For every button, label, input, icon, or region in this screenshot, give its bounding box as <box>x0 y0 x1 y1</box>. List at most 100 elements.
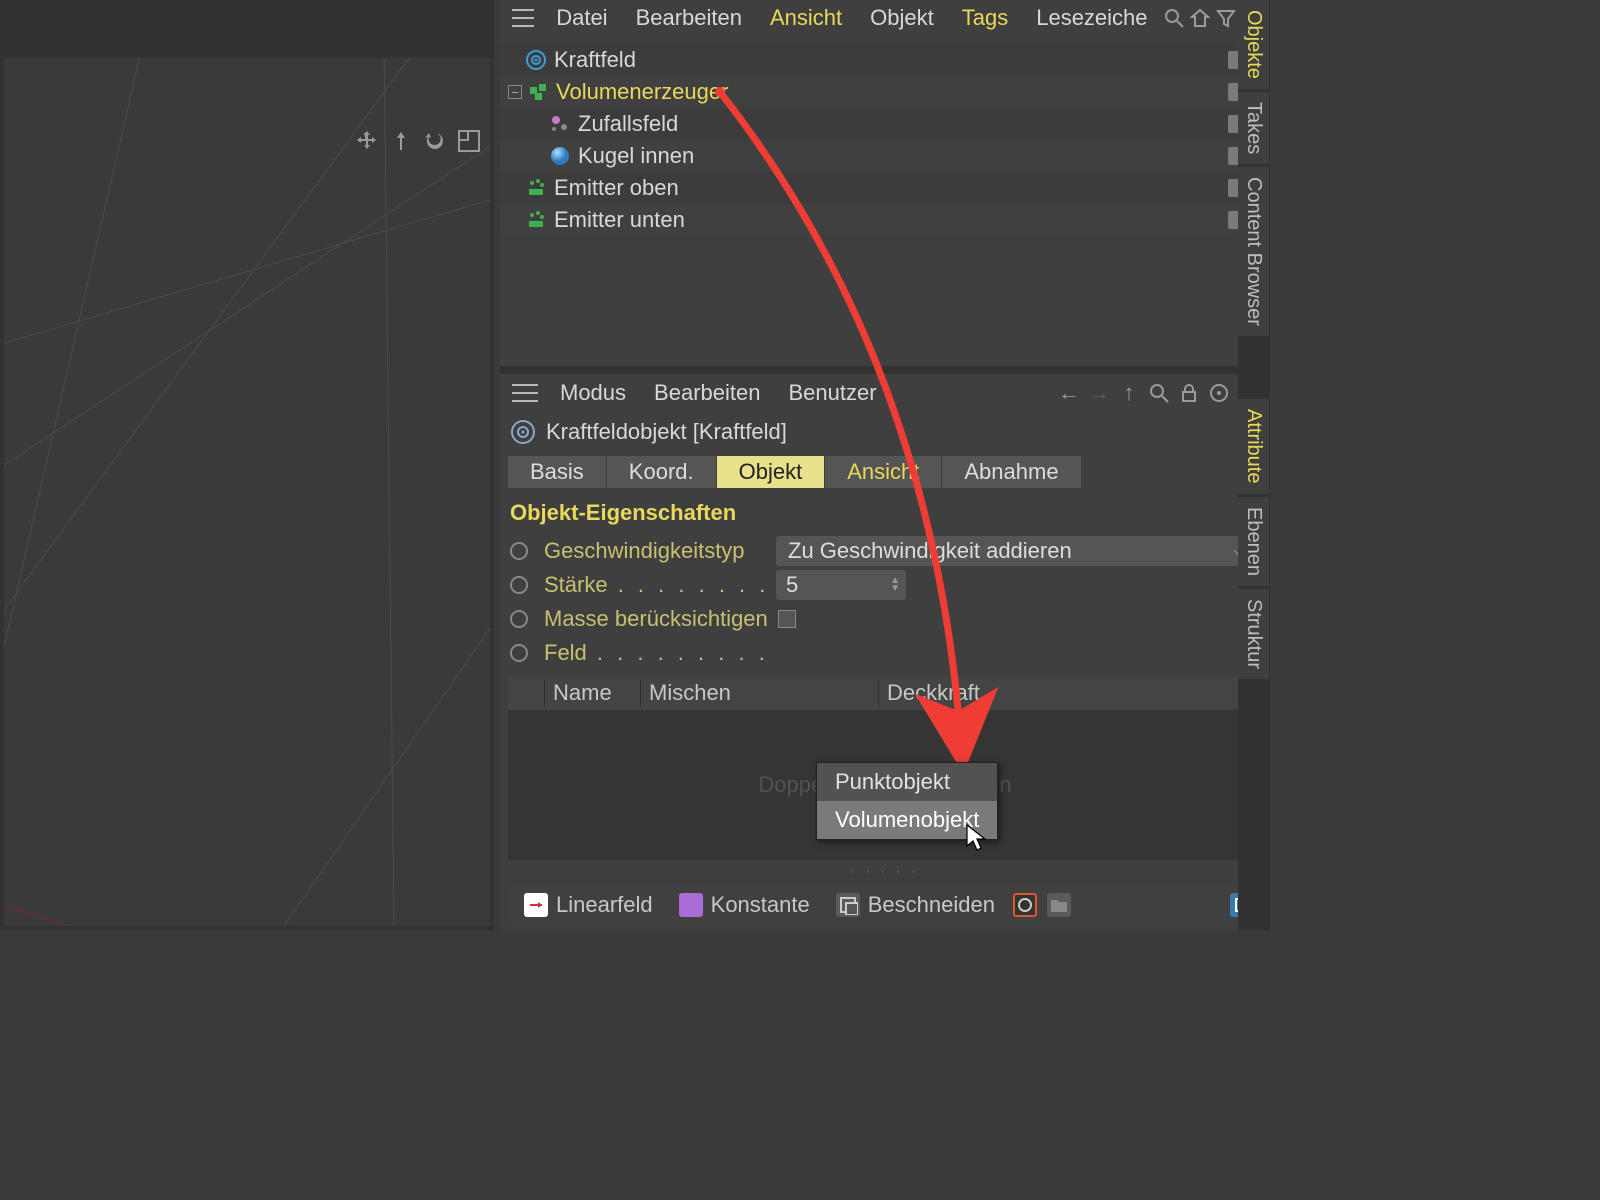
vertical-tab-bar: Objekte Takes Content Browser Attribute … <box>1238 0 1270 930</box>
field-select-icon[interactable] <box>1013 893 1037 917</box>
prop-field: Feld <box>500 636 1270 670</box>
attribute-tabs: Basis Koord. Objekt Ansicht Abnahme <box>508 456 1262 488</box>
hamburger-icon[interactable] <box>512 384 538 402</box>
prop-label: Stärke <box>544 572 776 598</box>
tab-koord[interactable]: Koord. <box>607 456 716 488</box>
lock-icon[interactable] <box>1174 378 1204 408</box>
prop-speed-type: Geschwindigkeitstyp Zu Geschwindigkeit a… <box>500 534 1270 568</box>
empty-area <box>0 930 1600 1200</box>
clip-icon <box>836 893 860 917</box>
menu-datei[interactable]: Datei <box>542 1 621 35</box>
select-value: Zu Geschwindigkeit addieren <box>788 538 1072 564</box>
viewport-panel <box>0 0 494 930</box>
anim-dot-icon[interactable] <box>510 576 528 594</box>
search-icon[interactable] <box>1144 378 1174 408</box>
anim-dot-icon[interactable] <box>510 542 528 560</box>
home-icon[interactable] <box>1187 3 1213 33</box>
tab-abnahme[interactable]: Abnahme <box>942 456 1080 488</box>
move-icon[interactable] <box>354 128 380 154</box>
viewport-grid <box>4 58 490 926</box>
vtab-content-browser[interactable]: Content Browser <box>1238 167 1269 336</box>
forcefield-icon <box>524 48 548 72</box>
collapse-icon[interactable]: − <box>508 85 522 99</box>
menu-tags[interactable]: Tags <box>948 1 1022 35</box>
tree-row-volumenerzeuger[interactable]: − Volumenerzeuger ✓ <box>500 76 1270 108</box>
back-icon[interactable]: ← <box>1054 378 1084 408</box>
volume-builder-icon <box>526 80 550 104</box>
tab-ansicht[interactable]: Ansicht <box>825 456 941 488</box>
vtab-attribute[interactable]: Attribute <box>1238 399 1269 493</box>
menu-modus[interactable]: Modus <box>546 376 640 410</box>
rotate-icon[interactable] <box>422 128 448 154</box>
anim-dot-icon[interactable] <box>510 610 528 628</box>
tree-row-emitter-oben[interactable]: Emitter oben ✓ <box>500 172 1270 204</box>
attribute-manager-menu: Modus Bearbeiten Benutzer ← → ↑ <box>500 374 1270 412</box>
search-icon[interactable] <box>1162 3 1188 33</box>
up-icon[interactable]: ↑ <box>1114 378 1144 408</box>
viewport-tool-icons <box>354 128 482 154</box>
tree-label: Emitter oben <box>554 175 679 201</box>
tree-row-zufallsfeld[interactable]: Zufallsfeld ✓ <box>500 108 1270 140</box>
object-manager-menu: Datei Bearbeiten Ansicht Objekt Tags Les… <box>500 0 1270 36</box>
object-manager-panel: Datei Bearbeiten Ansicht Objekt Tags Les… <box>500 0 1270 366</box>
col-name[interactable]: Name <box>544 680 640 706</box>
zoom-icon[interactable] <box>388 128 414 154</box>
drag-context-menu: Punktobjekt Volumenobjekt <box>816 762 998 840</box>
prop-mass: Masse berücksichtigen <box>500 602 1270 636</box>
tree-row-emitter-unten[interactable]: Emitter unten ✓ <box>500 204 1270 236</box>
menu-item-punktobjekt[interactable]: Punktobjekt <box>817 763 997 801</box>
menu-ansicht[interactable]: Ansicht <box>756 1 856 35</box>
menu-item-volumenobjekt[interactable]: Volumenobjekt <box>817 801 997 839</box>
anim-dot-icon[interactable] <box>510 644 528 662</box>
tree-label: Volumenerzeuger <box>556 79 728 105</box>
field-shortcut-bar: Linearfeld Konstante Beschneiden <box>508 884 1262 926</box>
prop-strength: Stärke 5 ▲▼ <box>500 568 1270 602</box>
vtab-ebenen[interactable]: Ebenen <box>1238 497 1269 586</box>
filter-icon[interactable] <box>1213 3 1239 33</box>
tab-basis[interactable]: Basis <box>508 456 606 488</box>
menu-bearbeiten[interactable]: Bearbeiten <box>622 1 756 35</box>
button-label: Beschneiden <box>868 892 995 918</box>
menu-lesezeiche[interactable]: Lesezeiche <box>1022 1 1161 35</box>
spinner-icon[interactable]: ▲▼ <box>890 577 900 593</box>
target-icon[interactable] <box>1204 378 1234 408</box>
menu-bearbeiten-attr[interactable]: Bearbeiten <box>640 376 774 410</box>
tree-label: Kraftfeld <box>554 47 636 73</box>
forcefield-icon <box>510 419 536 445</box>
tree-label: Zufallsfeld <box>578 111 678 137</box>
constant-icon <box>679 893 703 917</box>
layout-icon[interactable] <box>456 128 482 154</box>
linear-field-icon <box>524 893 548 917</box>
emitter-icon <box>524 176 548 200</box>
col-mischen[interactable]: Mischen <box>640 680 878 706</box>
input-value: 5 <box>786 572 798 598</box>
prop-label: Feld <box>544 640 776 666</box>
konstante-button[interactable]: Konstante <box>671 890 818 920</box>
object-tree[interactable]: Kraftfeld ✓ − Volumenerzeuger ✓ Zufallsf… <box>500 36 1270 366</box>
strength-input[interactable]: 5 ▲▼ <box>776 570 906 600</box>
tab-objekt[interactable]: Objekt <box>717 456 825 488</box>
tree-row-kraftfeld[interactable]: Kraftfeld ✓ <box>500 44 1270 76</box>
linearfeld-button[interactable]: Linearfeld <box>516 890 661 920</box>
menu-benutzer[interactable]: Benutzer <box>774 376 890 410</box>
attribute-object-title: Kraftfeldobjekt [Kraftfeld] <box>546 419 787 445</box>
vtab-objekte[interactable]: Objekte <box>1238 0 1269 89</box>
beschneiden-button[interactable]: Beschneiden <box>828 890 1003 920</box>
attribute-object-header: Kraftfeldobjekt [Kraftfeld] <box>500 412 1270 452</box>
prop-label: Geschwindigkeitstyp <box>544 538 776 564</box>
button-label: Konstante <box>711 892 810 918</box>
folder-add-icon[interactable] <box>1047 893 1071 917</box>
vtab-struktur[interactable]: Struktur <box>1238 589 1269 679</box>
vtab-takes[interactable]: Takes <box>1238 92 1269 164</box>
tree-row-kugel-innen[interactable]: Kugel innen ✓ <box>500 140 1270 172</box>
mass-checkbox[interactable] <box>778 610 796 628</box>
col-deckkraft[interactable]: Deckkraft <box>878 680 1262 706</box>
resize-handle-icon[interactable]: · · · · · <box>508 860 1262 878</box>
field-table-header: Name Mischen Deckkraft <box>508 676 1262 710</box>
button-label: Linearfeld <box>556 892 653 918</box>
viewport-3d-area[interactable] <box>4 58 490 926</box>
section-title: Objekt-Eigenschaften <box>500 496 1270 534</box>
menu-objekt[interactable]: Objekt <box>856 1 948 35</box>
hamburger-icon[interactable] <box>512 9 534 27</box>
speed-type-select[interactable]: Zu Geschwindigkeit addieren ⌵ <box>776 536 1260 566</box>
